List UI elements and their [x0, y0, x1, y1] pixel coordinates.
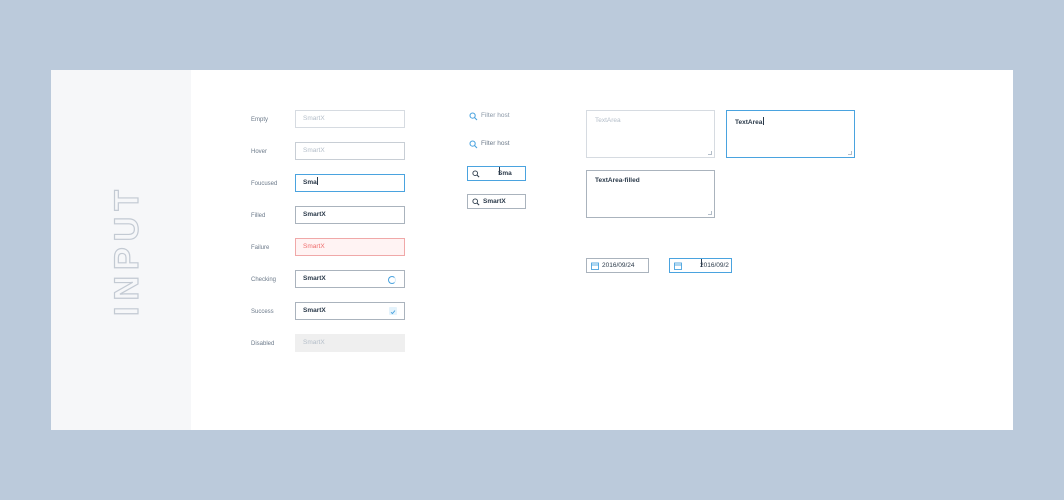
check-icon — [389, 307, 397, 315]
input-disabled: SmartX — [295, 334, 405, 352]
input-empty[interactable]: SmartX — [295, 110, 405, 128]
search-filter-placeholder: Filter host — [481, 112, 510, 119]
text-caret — [700, 259, 702, 267]
input-focused[interactable]: Sma — [295, 174, 405, 192]
date-value: 2016/09/2 — [700, 262, 729, 269]
input-focused-value: Sma — [303, 179, 317, 186]
label-checking: Checking — [251, 277, 277, 283]
input-empty-placeholder: SmartX — [303, 115, 325, 122]
input-hover-placeholder: SmartX — [303, 147, 325, 154]
textarea-empty[interactable]: TextArea — [586, 110, 715, 158]
resize-handle-icon[interactable] — [848, 151, 852, 155]
sidebar-panel: INPUT — [51, 70, 191, 430]
textarea-focused[interactable]: TextArea — [726, 110, 855, 158]
resize-handle-icon[interactable] — [708, 151, 712, 155]
component-sheet: INPUT Empty Hover Foucused Filled Failur… — [51, 70, 1013, 430]
loading-spinner-icon — [388, 276, 396, 284]
label-disabled: Disabled — [251, 341, 275, 347]
input-checking[interactable]: SmartX — [295, 270, 405, 288]
input-disabled-value: SmartX — [303, 339, 325, 346]
input-hover[interactable]: SmartX — [295, 142, 405, 160]
text-caret — [498, 167, 500, 175]
date-input-filled[interactable]: 2016/09/24 — [586, 258, 649, 273]
label-focused: Foucused — [251, 181, 278, 187]
input-checking-value: SmartX — [303, 275, 326, 282]
textarea-filled[interactable]: TextArea-filled — [586, 170, 715, 218]
text-caret — [762, 117, 764, 125]
search-input-value: SmartX — [483, 198, 506, 205]
textarea-focused-value: TextArea — [735, 119, 763, 126]
search-icon — [469, 112, 478, 121]
section-title: INPUT — [108, 184, 146, 316]
input-failure[interactable]: SmartX — [295, 238, 405, 256]
label-hover: Hover — [251, 149, 268, 155]
resize-handle-icon[interactable] — [708, 211, 712, 215]
search-filter-placeholder: Filter host — [481, 140, 510, 147]
search-icon — [472, 198, 480, 206]
textarea-filled-value: TextArea-filled — [595, 177, 640, 184]
input-filled[interactable]: SmartX — [295, 206, 405, 224]
calendar-icon — [591, 262, 599, 270]
input-success[interactable]: SmartX — [295, 302, 405, 320]
textarea-placeholder: TextArea — [595, 117, 621, 124]
search-icon — [469, 140, 478, 149]
date-input-focused[interactable]: 2016/09/2 — [669, 258, 732, 273]
label-empty: Empty — [251, 117, 269, 123]
input-success-value: SmartX — [303, 307, 326, 314]
input-failure-value: SmartX — [303, 243, 325, 250]
label-filled: Filled — [251, 213, 266, 219]
label-failure: Failure — [251, 245, 270, 251]
search-icon — [472, 170, 480, 178]
label-success: Success — [251, 309, 274, 315]
search-input-value: Sma — [498, 170, 512, 177]
input-filled-value: SmartX — [303, 211, 326, 218]
section-title-svg: INPUT — [107, 183, 146, 316]
date-value: 2016/09/24 — [602, 262, 635, 269]
text-caret — [317, 177, 318, 185]
search-input-filled[interactable]: SmartX — [467, 194, 526, 209]
search-input-focused[interactable]: Sma — [467, 166, 526, 181]
calendar-icon — [674, 262, 682, 270]
